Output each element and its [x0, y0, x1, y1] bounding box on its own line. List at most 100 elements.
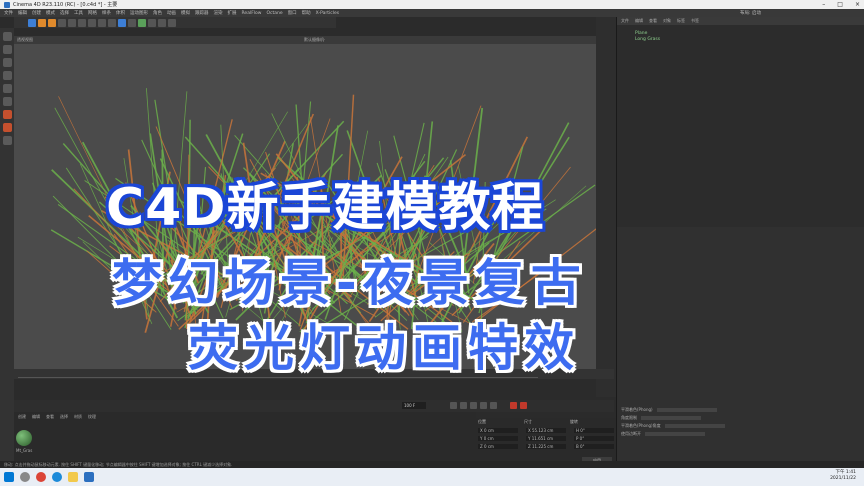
texture-mode-icon[interactable]: [2, 45, 12, 54]
coords-field[interactable]: X 0 cm: [478, 427, 518, 433]
maximize-icon[interactable]: □: [837, 0, 843, 9]
spline-icon[interactable]: [128, 18, 136, 27]
workplane-icon[interactable]: [2, 136, 12, 145]
axis-y-icon[interactable]: [78, 18, 86, 27]
menu-item[interactable]: 模拟: [181, 10, 190, 16]
status-bar: 移动: 点击并拖动鼠标移动元素. 按住 SHIFT 键量化移动; 节点编辑器中按…: [0, 461, 864, 468]
explorer-icon[interactable]: [68, 472, 78, 482]
menu-item[interactable]: 网格: [88, 10, 97, 16]
record-icon[interactable]: [510, 402, 517, 409]
coords-row: Y 0 cm Y 11.651 cm P 0°: [476, 434, 616, 442]
scale-tool-icon[interactable]: [38, 18, 46, 27]
menu-item[interactable]: 帮助: [302, 10, 311, 16]
menu-item[interactable]: Octane: [266, 11, 282, 16]
material-menu-item[interactable]: 创建: [18, 414, 26, 420]
material-menu-item[interactable]: 查看: [46, 414, 54, 420]
polygons-mode-icon[interactable]: [2, 84, 12, 93]
search-icon[interactable]: [20, 472, 30, 482]
coords-row: Z 0 cm Z 11.225 cm B 0°: [476, 442, 616, 450]
material-menu-item[interactable]: 选择: [60, 414, 68, 420]
go-end-icon[interactable]: [490, 402, 497, 409]
attribute-row: 平滑着色(Phong): [621, 407, 717, 413]
menu-item[interactable]: X-Particles: [316, 11, 339, 16]
move-tool-icon[interactable]: [28, 18, 36, 27]
render-icon[interactable]: [98, 18, 106, 27]
rotate-tool-icon[interactable]: [48, 18, 56, 27]
menu-item[interactable]: 编辑: [18, 10, 27, 16]
octane-icon[interactable]: [2, 110, 12, 119]
generator-icon[interactable]: [138, 18, 146, 27]
axis-z-icon[interactable]: [88, 18, 96, 27]
object-list-item[interactable]: Plane: [635, 31, 647, 36]
right-icon-strip: [596, 17, 616, 397]
menu-item[interactable]: 选择: [60, 10, 69, 16]
snap-icon[interactable]: [2, 97, 12, 106]
prev-frame-icon[interactable]: [460, 402, 467, 409]
end-frame-field[interactable]: 100 F: [402, 402, 426, 409]
system-clock[interactable]: 下午 1:41 2021/11/22: [830, 470, 856, 482]
menu-item[interactable]: 渲染: [214, 10, 223, 16]
menu-item[interactable]: 工具: [74, 10, 83, 16]
edge-icon[interactable]: [52, 472, 62, 482]
object-menu-item[interactable]: 文件: [621, 17, 629, 25]
attribute-slider[interactable]: [645, 432, 705, 436]
axis-x-icon[interactable]: [68, 18, 76, 27]
points-mode-icon[interactable]: [2, 58, 12, 67]
play-icon[interactable]: [470, 402, 477, 409]
menu-item[interactable]: 运动图形: [130, 10, 148, 16]
material-swatch[interactable]: [16, 430, 32, 446]
object-menu-item[interactable]: 查看: [649, 17, 657, 25]
overlay-title-line1: C4D新手建模教程: [106, 178, 545, 238]
cube-icon[interactable]: [118, 18, 126, 27]
edges-mode-icon[interactable]: [2, 71, 12, 80]
menu-item[interactable]: 跟踪器: [195, 10, 209, 16]
model-mode-icon[interactable]: [2, 32, 12, 41]
menu-item[interactable]: 样条: [102, 10, 111, 16]
menu-item[interactable]: 扩展: [228, 10, 237, 16]
coords-field[interactable]: Z 0 cm: [478, 443, 518, 449]
cinema4d-taskbar-icon[interactable]: [84, 472, 94, 482]
light-icon[interactable]: [168, 18, 176, 27]
coords-field[interactable]: H 0°: [574, 427, 614, 433]
object-menu-item[interactable]: 对象: [663, 17, 671, 25]
attribute-slider[interactable]: [656, 408, 717, 412]
windows-start-icon[interactable]: [4, 472, 14, 482]
menu-item[interactable]: 体积: [116, 10, 125, 16]
plugin-icon[interactable]: [2, 123, 12, 132]
menu-item[interactable]: 动画: [167, 10, 176, 16]
material-menu-item[interactable]: 材质: [74, 414, 82, 420]
coords-field[interactable]: Z 11.225 cm: [526, 443, 566, 449]
attribute-slider[interactable]: [641, 416, 701, 420]
menu-item[interactable]: 创建: [32, 10, 41, 16]
material-menu-item[interactable]: 纹理: [88, 414, 96, 420]
render-view-icon[interactable]: [108, 18, 116, 27]
object-menu-item[interactable]: 书签: [691, 17, 699, 25]
close-icon[interactable]: ×: [855, 0, 860, 9]
camera-icon[interactable]: [158, 18, 166, 27]
menu-item[interactable]: 角色: [153, 10, 162, 16]
deformer-icon[interactable]: [148, 18, 156, 27]
object-menu-item[interactable]: 编辑: [635, 17, 643, 25]
menu-item[interactable]: 文件: [4, 10, 13, 16]
layout-selector[interactable]: 布局: 启动: [740, 10, 761, 16]
chrome-icon[interactable]: [36, 472, 46, 482]
coords-field[interactable]: Y 0 cm: [478, 435, 518, 441]
coords-field[interactable]: P 0°: [574, 435, 614, 441]
minimize-icon[interactable]: –: [822, 0, 825, 9]
coords-field[interactable]: B 0°: [574, 443, 614, 449]
object-menu-item[interactable]: 标签: [677, 17, 685, 25]
select-tool-icon[interactable]: [58, 18, 66, 27]
attribute-slider[interactable]: [664, 424, 725, 428]
menu-item[interactable]: RealFlow: [242, 11, 262, 16]
coords-field[interactable]: X 55.123 cm: [526, 427, 566, 433]
attribute-row: 使用边断开: [621, 431, 705, 437]
menu-item[interactable]: 模式: [46, 10, 55, 16]
coords-field[interactable]: Y 11.651 cm: [526, 435, 566, 441]
object-list-item[interactable]: Long Grass: [635, 37, 660, 42]
material-menu-item[interactable]: 编辑: [32, 414, 40, 420]
go-start-icon[interactable]: [450, 402, 457, 409]
window-controls: – □ ×: [822, 0, 860, 9]
keyframe-icon[interactable]: [520, 402, 527, 409]
menu-item[interactable]: 窗口: [288, 10, 297, 16]
next-frame-icon[interactable]: [480, 402, 487, 409]
